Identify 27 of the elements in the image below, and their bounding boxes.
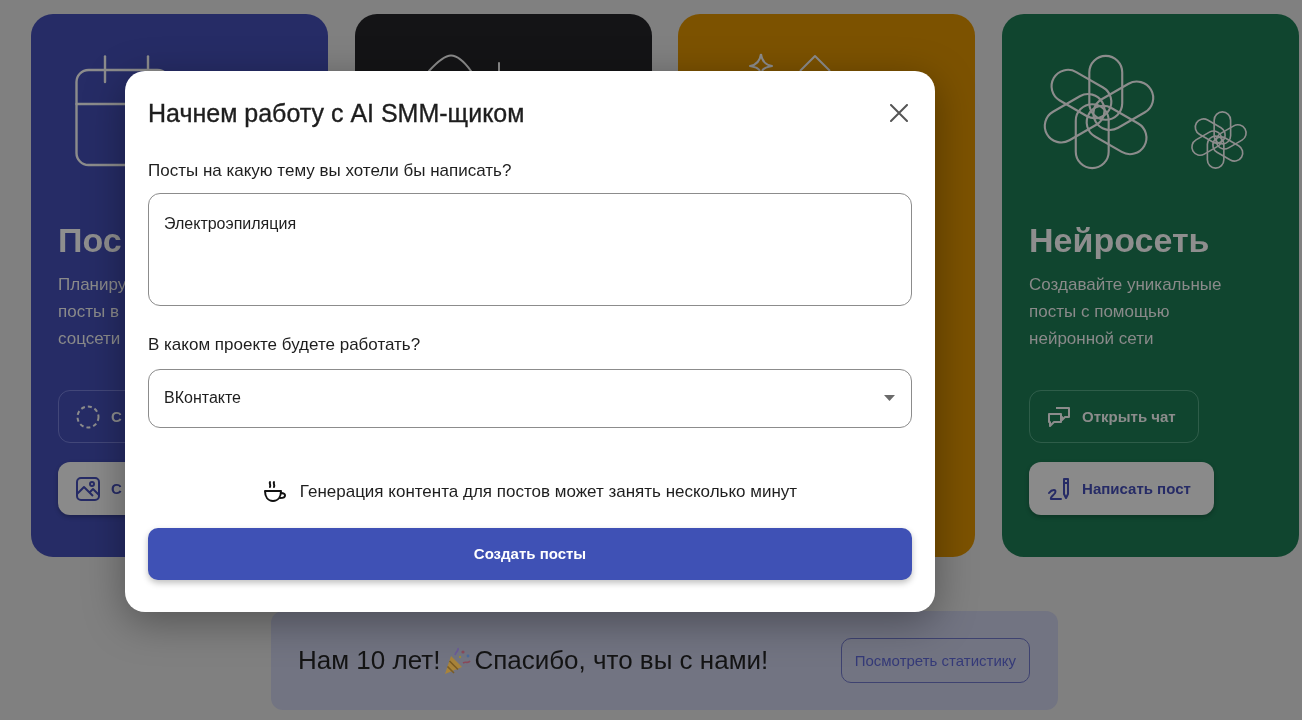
close-button[interactable] [888,102,910,124]
party-popper-icon [443,646,472,675]
create-posts-button[interactable]: Создать посты [148,527,912,580]
pen-signature-icon [1047,476,1072,501]
dashed-circle-icon [76,404,100,429]
card-description: Планиру посты в соцсети [58,274,127,350]
rosette-icon [1189,110,1250,170]
note-text: Генерация контента для постов может занять несколько минут [299,480,798,503]
card-description: Создавайте уникальные посты с помощью нейронной сети [1029,274,1222,350]
topic-textarea[interactable]: Электроэпиляция [148,193,912,307]
field-label: В каком проекте будете работать? [148,334,422,357]
statistics-button[interactable]: Посмотреть статистику [840,638,1030,683]
project-select[interactable]: ВКонтакте [148,369,912,428]
banner-text: Спасибо, что вы с нами! [474,645,769,676]
field-label: Посты на какую тему вы хотели бы написать? [148,160,513,182]
modal-title: Начнем работу с AI SMM-щиком [148,98,525,129]
image-icon [76,476,100,501]
banner-text: Нам 10 лет! [298,645,441,676]
filled-button[interactable]: Написать пост [1029,462,1214,515]
chat-icon [1047,404,1072,429]
card-title: Нейросеть [1029,220,1210,260]
outlined-button[interactable]: Открыть чат [1029,390,1199,443]
card-title: Пос [58,220,122,260]
caret-icon [884,395,895,402]
close-icon [890,104,908,122]
sparkle-icon [748,53,833,71]
coffee-cup-icon [262,479,287,504]
